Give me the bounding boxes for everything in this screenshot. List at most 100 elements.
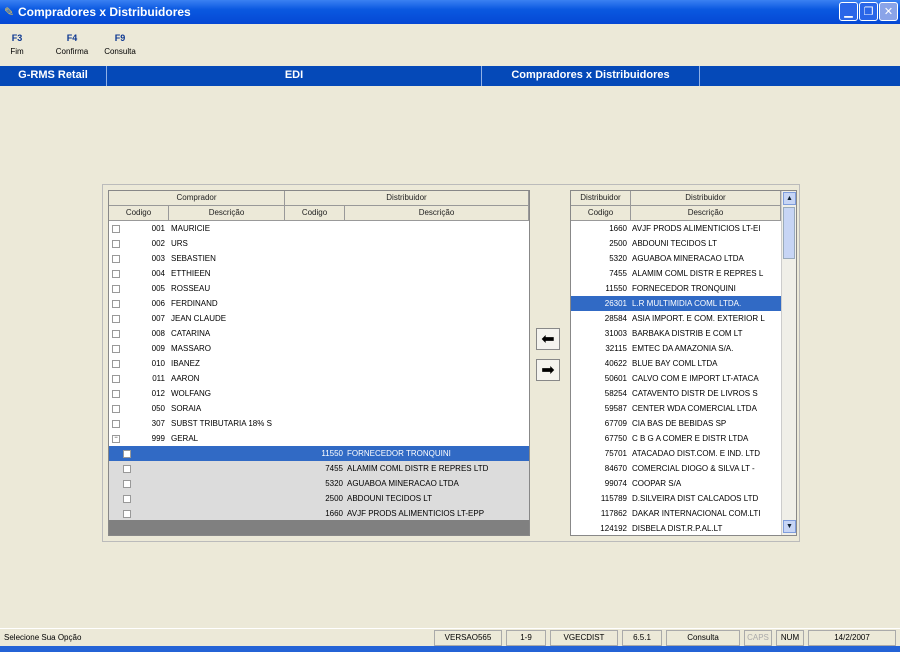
buyer-code: 011 [152, 374, 165, 383]
fkey-code: F4 [66, 33, 78, 43]
table-row[interactable]: 004 ETTHIEEN [109, 266, 529, 281]
table-row[interactable]: 003 SEBASTIEN [109, 251, 529, 266]
checkbox[interactable] [123, 450, 131, 458]
grid-footer [109, 520, 529, 535]
buyer-code: 050 [151, 404, 165, 413]
maximize-button[interactable]: ❐ [859, 2, 878, 21]
col-header-descricao[interactable]: Descrição [169, 206, 285, 221]
buyer-code: 001 [151, 224, 165, 233]
table-row[interactable]: − 999 GERAL [109, 431, 529, 446]
close-button[interactable]: ✕ [879, 2, 898, 21]
distributor-code: 75701 [604, 449, 627, 458]
col-header-codigo-right[interactable]: Codigo [571, 206, 631, 221]
buyer-code: 002 [151, 239, 165, 248]
list-item[interactable]: 28584 ASIA IMPORT. E COM. EXTERIOR L [571, 311, 781, 326]
table-row[interactable]: 11550 FORNECEDOR TRONQUINI [109, 446, 529, 461]
table-row[interactable]: 010 IBANEZ [109, 356, 529, 371]
app-icon: ✎ [4, 5, 15, 19]
arrow-left-icon: ⬅ [541, 331, 555, 348]
distributor-desc: BLUE BAY COML LTDA [632, 359, 718, 368]
buyer-code: 009 [151, 344, 165, 353]
distributor-code: 58254 [604, 389, 627, 398]
list-item[interactable]: 75701 ATACADAO DIST.COM. E IND. LTD [571, 446, 781, 461]
minimize-button[interactable]: ▁ [839, 2, 858, 21]
distributor-code: 67709 [604, 419, 627, 428]
list-item[interactable]: 1660 AVJF PRODS ALIMENTICIOS LT-EI [571, 221, 781, 236]
list-item[interactable]: 40622 BLUE BAY COML LTDA [571, 356, 781, 371]
list-item[interactable]: 31003 BARBAKA DISTRIB E COM LT [571, 326, 781, 341]
list-item[interactable]: 59587 CENTER WDA COMERCIAL LTDA [571, 401, 781, 416]
buyer-desc: JEAN CLAUDE [171, 314, 227, 323]
list-item[interactable]: 124192 DISBELA DIST.R.P.AL.LT [571, 521, 781, 535]
col-header-descricao-dist[interactable]: Descrição [345, 206, 529, 221]
table-row[interactable]: 011 AARON [109, 371, 529, 386]
list-item[interactable]: 117862 DAKAR INTERNACIONAL COM.LTI [571, 506, 781, 521]
vertical-scrollbar[interactable]: ▲ ▼ [781, 191, 796, 535]
status-version: VERSAO565 [434, 630, 502, 646]
distributors-list-grid: Distribuidor Distribuidor Codigo Descriç… [570, 190, 797, 536]
list-item[interactable]: 84670 COMERCIAL DIOGO & SILVA LT - [571, 461, 781, 476]
distributor-code: 11550 [605, 284, 627, 293]
distributor-code: 2500 [325, 494, 343, 503]
buyer-code: 012 [151, 389, 165, 398]
table-row[interactable]: 050 SORAIA [109, 401, 529, 416]
fkey-code: F9 [114, 33, 126, 43]
scroll-thumb[interactable] [783, 207, 795, 259]
table-row[interactable]: 7455 ALAMIM COML DISTR E REPRES LTD [109, 461, 529, 476]
f9-consulta-button[interactable]: F9 Consulta [100, 33, 140, 56]
status-program: VGECDIST [550, 630, 618, 646]
list-item[interactable]: 50601 CALVO COM E IMPORT LT-ATACA [571, 371, 781, 386]
window-title: Compradores x Distribuidores [18, 5, 191, 19]
buyer-code: 006 [151, 299, 165, 308]
table-row[interactable]: 307 SUBST TRIBUTARIA 18% S [109, 416, 529, 431]
scroll-up-button[interactable]: ▲ [783, 192, 796, 205]
distributor-code: 40622 [604, 359, 627, 368]
buyer-desc: URS [171, 239, 188, 248]
checkbox[interactable] [123, 510, 131, 518]
checkbox[interactable] [123, 465, 131, 473]
list-item[interactable]: 2500 ABDOUNI TECIDOS LT [571, 236, 781, 251]
table-row[interactable]: 001 MAURICIE [109, 221, 529, 236]
move-left-button[interactable]: ⬅ [536, 328, 560, 350]
table-row[interactable]: 012 WOLFANG [109, 386, 529, 401]
table-row[interactable]: 002 URS [109, 236, 529, 251]
list-item[interactable]: 67709 CIA BAS DE BEBIDAS SP [571, 416, 781, 431]
buyer-code: 999 [151, 434, 165, 443]
table-row[interactable]: 008 CATARINA [109, 326, 529, 341]
fkey-label: Fim [10, 47, 24, 56]
list-item[interactable]: 58254 CATAVENTO DISTR DE LIVROS S [571, 386, 781, 401]
f4-confirma-button[interactable]: F4 Confirma [52, 33, 92, 56]
distributor-desc: FORNECEDOR TRONQUINI [632, 284, 736, 293]
table-row[interactable]: 006 FERDINAND [109, 296, 529, 311]
list-item[interactable]: 67750 C B G A COMER E DISTR LTDA [571, 431, 781, 446]
buyer-desc: SORAIA [171, 404, 202, 413]
checkbox[interactable] [123, 480, 131, 488]
f3-fim-button[interactable]: F3 Fim [6, 33, 28, 56]
buyer-desc: ETTHIEEN [171, 269, 211, 278]
col-header-codigo[interactable]: Codigo [109, 206, 169, 221]
table-row[interactable]: 1660 AVJF PRODS ALIMENTICIOS LT-EPP [109, 506, 529, 521]
col-header-codigo-dist[interactable]: Codigo [285, 206, 345, 221]
distributor-code: 59587 [604, 404, 627, 413]
list-item[interactable]: 7455 ALAMIM COML DISTR E REPRES L [571, 266, 781, 281]
table-row[interactable]: 5320 AGUABOA MINERACAO LTDA [109, 476, 529, 491]
list-item[interactable]: 26301 L.R MULTIMIDIA COML LTDA. [571, 296, 781, 311]
list-item[interactable]: 99074 COOPAR S/A [571, 476, 781, 491]
buyer-desc: CATARINA [171, 329, 211, 338]
move-right-button[interactable]: ➡ [536, 359, 560, 381]
list-item[interactable]: 5320 AGUABOA MINERACAO LTDA [571, 251, 781, 266]
list-item[interactable]: 11550 FORNECEDOR TRONQUINI [571, 281, 781, 296]
distributor-desc: AVJF PRODS ALIMENTICIOS LT-EPP [347, 509, 485, 518]
table-row[interactable]: 009 MASSARO [109, 341, 529, 356]
table-row[interactable]: 007 JEAN CLAUDE [109, 311, 529, 326]
left-grid-body: 001 MAURICIE 002 URS 003 SEBASTIEN 004 E… [109, 221, 529, 521]
table-row[interactable]: 005 ROSSEAU [109, 281, 529, 296]
list-item[interactable]: 115789 D.SILVEIRA DIST CALCADOS LTD [571, 491, 781, 506]
table-row[interactable]: 2500 ABDOUNI TECIDOS LT [109, 491, 529, 506]
list-item[interactable]: 32115 EMTEC DA AMAZONIA S/A. [571, 341, 781, 356]
checkbox[interactable] [123, 495, 131, 503]
distributor-desc: D.SILVEIRA DIST CALCADOS LTD [632, 494, 759, 503]
buyer-desc: MASSARO [171, 344, 212, 353]
scroll-down-button[interactable]: ▼ [783, 520, 796, 533]
col-header-descricao-right[interactable]: Descrição [631, 206, 781, 221]
